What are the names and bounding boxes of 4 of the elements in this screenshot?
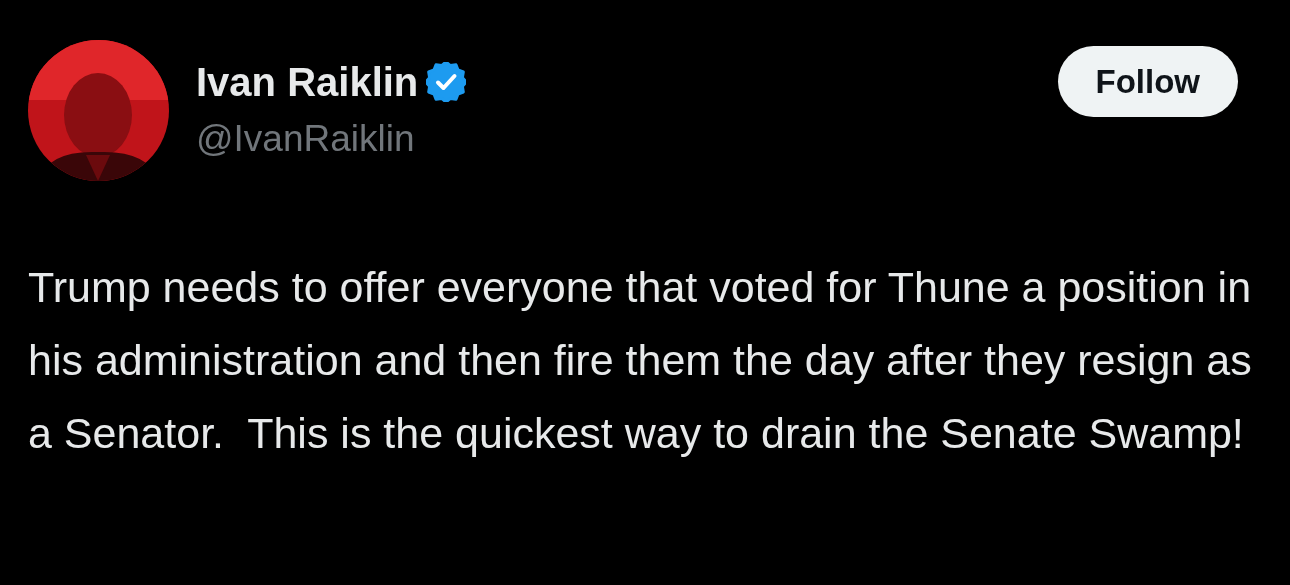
author-handle[interactable]: @IvanRaiklin [196,116,1058,162]
author-name[interactable]: Ivan Raiklin [196,58,419,106]
post-text: Trump needs to offer everyone that voted for Thune a position in his administration and then fire them the day after they resign as a Senator. This is the quickest way to drain the Senate Swamp! [28,262,1253,459]
follow-button[interactable]: Follow [1057,46,1238,117]
